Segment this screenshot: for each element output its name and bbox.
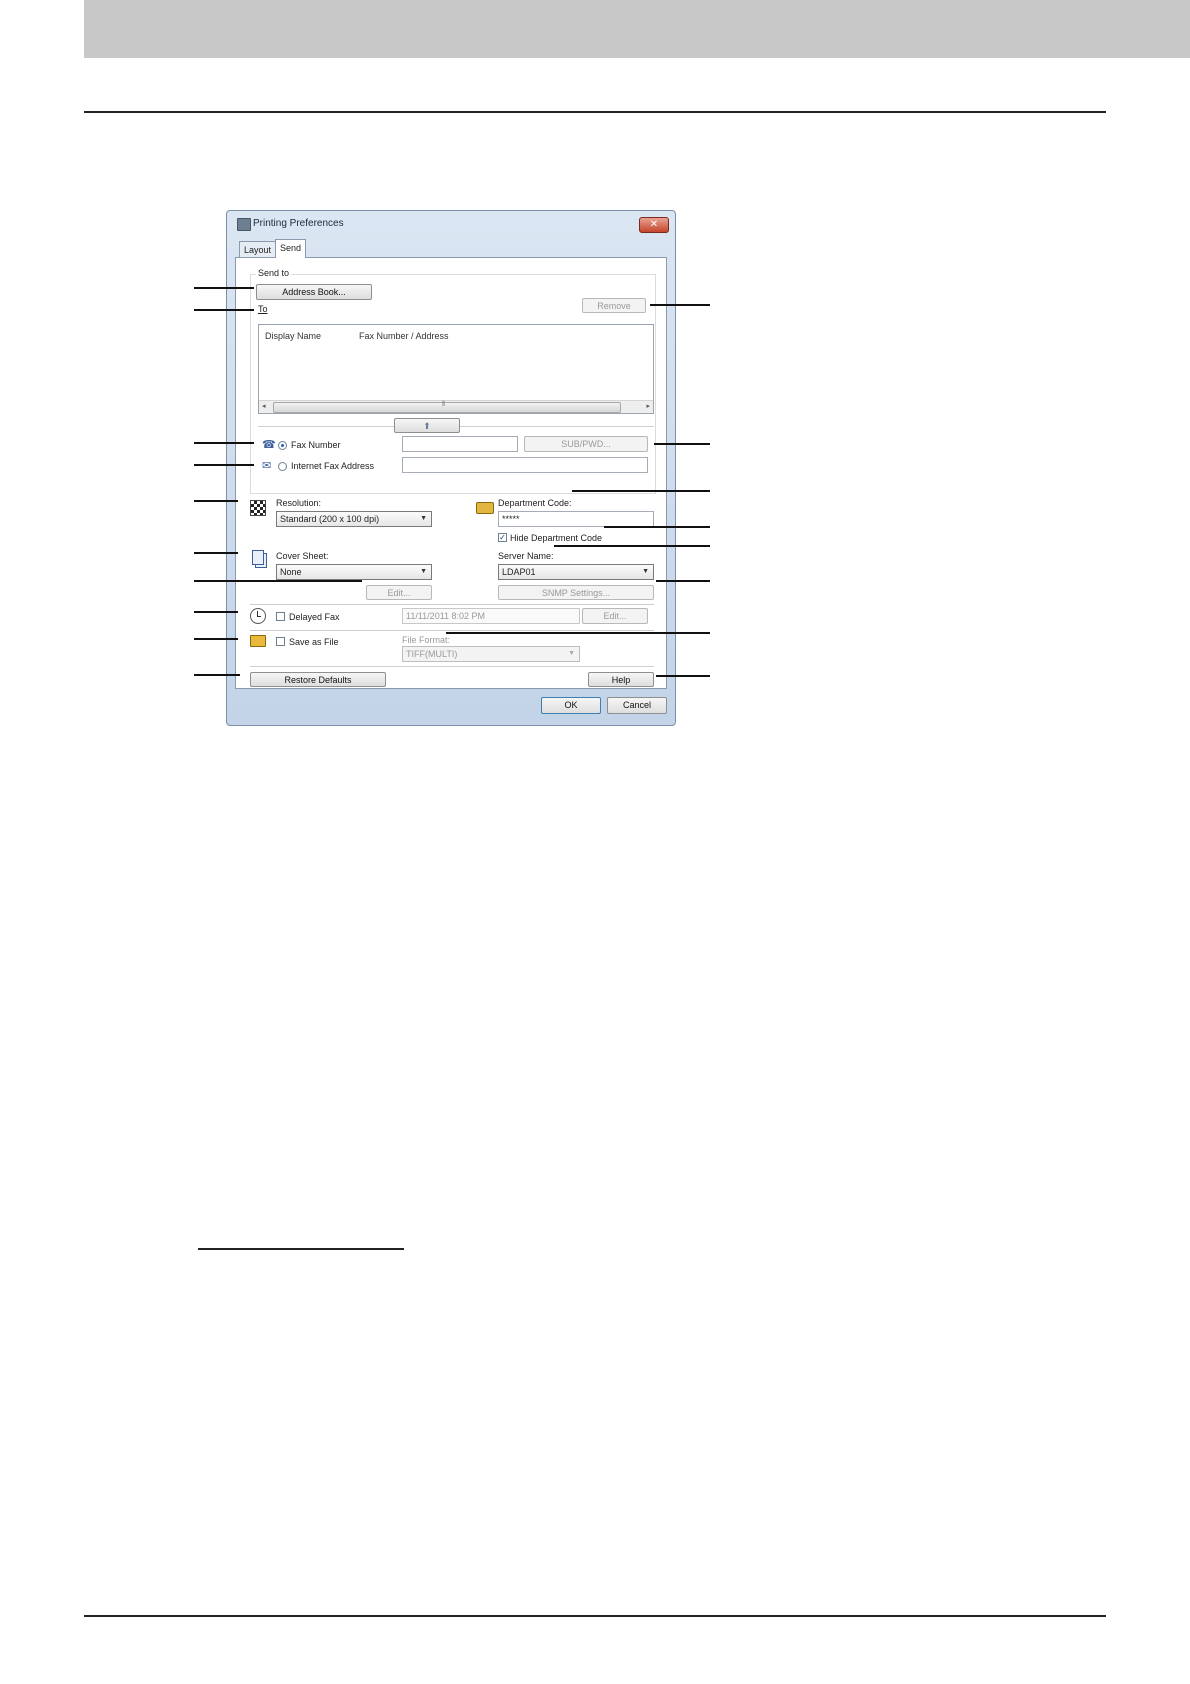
add-recipient-button[interactable]: ⬆ bbox=[394, 418, 460, 433]
delayed-fax-edit-button[interactable]: Edit... bbox=[582, 608, 648, 624]
note-rule bbox=[198, 1248, 404, 1250]
chevron-down-icon: ▼ bbox=[420, 568, 427, 575]
recipient-list[interactable]: Display Name Fax Number / Address ◂ ⦀ ▸ bbox=[258, 324, 654, 414]
delayed-fax-label: Delayed Fax bbox=[289, 612, 340, 622]
file-format-label: File Format: bbox=[402, 635, 451, 645]
divider bbox=[460, 426, 654, 427]
key-icon bbox=[476, 502, 494, 514]
fax-number-radio[interactable] bbox=[278, 441, 287, 450]
clock-icon bbox=[250, 608, 266, 624]
callout-line bbox=[194, 287, 254, 289]
divider bbox=[250, 666, 654, 667]
tab-layout[interactable]: Layout bbox=[239, 241, 277, 257]
divider bbox=[258, 426, 394, 427]
server-name-select[interactable]: LDAP01 ▼ bbox=[498, 564, 654, 580]
server-name-label: Server Name: bbox=[498, 551, 554, 561]
send-tab-panel: Send to Address Book... Remove To Displa… bbox=[235, 257, 667, 689]
email-icon: ✉ bbox=[262, 460, 272, 472]
send-to-label: Send to bbox=[256, 268, 292, 278]
callout-line bbox=[194, 674, 240, 676]
callout-line bbox=[656, 580, 710, 582]
folder-icon bbox=[250, 635, 266, 647]
horizontal-scrollbar[interactable]: ◂ ⦀ ▸ bbox=[259, 400, 653, 413]
pages-icon bbox=[252, 550, 264, 565]
printing-preferences-dialog: Printing Preferences ✕ Layout Send Send … bbox=[226, 210, 676, 726]
cancel-button[interactable]: Cancel bbox=[607, 697, 667, 714]
callout-line bbox=[194, 552, 238, 554]
remove-button[interactable]: Remove bbox=[582, 298, 646, 313]
address-book-button[interactable]: Address Book... bbox=[256, 284, 372, 300]
callout-line bbox=[194, 442, 254, 444]
callout-line bbox=[194, 464, 254, 466]
callout-line bbox=[446, 632, 710, 634]
resolution-value: Standard (200 x 100 dpi) bbox=[280, 514, 380, 524]
callout-line bbox=[194, 500, 238, 502]
callout-line bbox=[554, 545, 710, 547]
scroll-grip-icon: ⦀ bbox=[442, 401, 446, 408]
scroll-thumb[interactable]: ⦀ bbox=[273, 401, 621, 413]
dialog-title: Printing Preferences bbox=[253, 218, 344, 229]
close-button[interactable]: ✕ bbox=[639, 217, 669, 233]
chevron-down-icon: ▼ bbox=[420, 515, 427, 522]
internet-fax-radio[interactable] bbox=[278, 462, 287, 471]
callout-line bbox=[194, 580, 362, 582]
save-as-file-label: Save as File bbox=[289, 637, 339, 647]
scroll-left-icon[interactable]: ◂ bbox=[262, 401, 266, 413]
hide-department-checkbox[interactable]: ✓ bbox=[498, 533, 507, 542]
callout-line bbox=[654, 443, 710, 445]
tab-send[interactable]: Send bbox=[275, 239, 307, 258]
callout-line bbox=[650, 304, 710, 306]
title-bar[interactable]: Printing Preferences ✕ bbox=[227, 211, 675, 237]
sub-pwd-button[interactable]: SUB/PWD... bbox=[524, 436, 648, 452]
callout-line bbox=[604, 526, 710, 528]
column-fax-number[interactable]: Fax Number / Address bbox=[359, 331, 449, 341]
save-as-file-checkbox[interactable] bbox=[276, 637, 285, 646]
callout-line bbox=[194, 611, 238, 613]
callout-line bbox=[572, 490, 710, 492]
page-header-band bbox=[84, 0, 1190, 58]
snmp-settings-button[interactable]: SNMP Settings... bbox=[498, 585, 654, 600]
fax-number-label: Fax Number bbox=[291, 440, 341, 450]
scroll-right-icon[interactable]: ▸ bbox=[646, 401, 650, 413]
hide-department-label: Hide Department Code bbox=[510, 533, 603, 543]
callout-line bbox=[194, 638, 238, 640]
callout-line bbox=[194, 309, 254, 311]
cover-edit-button[interactable]: Edit... bbox=[366, 585, 432, 600]
header-rule bbox=[84, 111, 1106, 113]
help-button[interactable]: Help bbox=[588, 672, 654, 687]
delayed-fax-datetime[interactable]: 11/11/2011 8:02 PM bbox=[402, 608, 580, 624]
cover-sheet-label: Cover Sheet: bbox=[276, 551, 329, 561]
delayed-fax-checkbox[interactable] bbox=[276, 612, 285, 621]
resolution-label: Resolution: bbox=[276, 498, 322, 508]
cover-sheet-select[interactable]: None ▼ bbox=[276, 564, 432, 580]
to-label: To bbox=[258, 304, 268, 314]
internet-fax-input[interactable] bbox=[402, 457, 648, 473]
department-code-input[interactable]: ***** bbox=[498, 511, 654, 527]
divider bbox=[250, 604, 654, 605]
server-name-value: LDAP01 bbox=[502, 567, 536, 577]
checker-icon bbox=[250, 500, 266, 516]
ok-button[interactable]: OK bbox=[541, 697, 601, 714]
printer-icon bbox=[237, 218, 251, 231]
department-code-label: Department Code: bbox=[498, 498, 572, 508]
chevron-down-icon: ▼ bbox=[568, 650, 575, 657]
fax-icon: ☎ bbox=[262, 439, 276, 451]
restore-defaults-button[interactable]: Restore Defaults bbox=[250, 672, 386, 687]
file-format-value: TIFF(MULTI) bbox=[406, 649, 458, 659]
internet-fax-label: Internet Fax Address bbox=[291, 461, 375, 471]
callout-line bbox=[656, 675, 710, 677]
cover-sheet-value: None bbox=[280, 567, 302, 577]
file-format-select[interactable]: TIFF(MULTI) ▼ bbox=[402, 646, 580, 662]
chevron-down-icon: ▼ bbox=[642, 568, 649, 575]
footer-rule bbox=[84, 1615, 1106, 1617]
fax-number-input[interactable] bbox=[402, 436, 518, 452]
divider bbox=[250, 630, 654, 631]
column-display-name[interactable]: Display Name bbox=[265, 331, 321, 341]
resolution-select[interactable]: Standard (200 x 100 dpi) ▼ bbox=[276, 511, 432, 527]
